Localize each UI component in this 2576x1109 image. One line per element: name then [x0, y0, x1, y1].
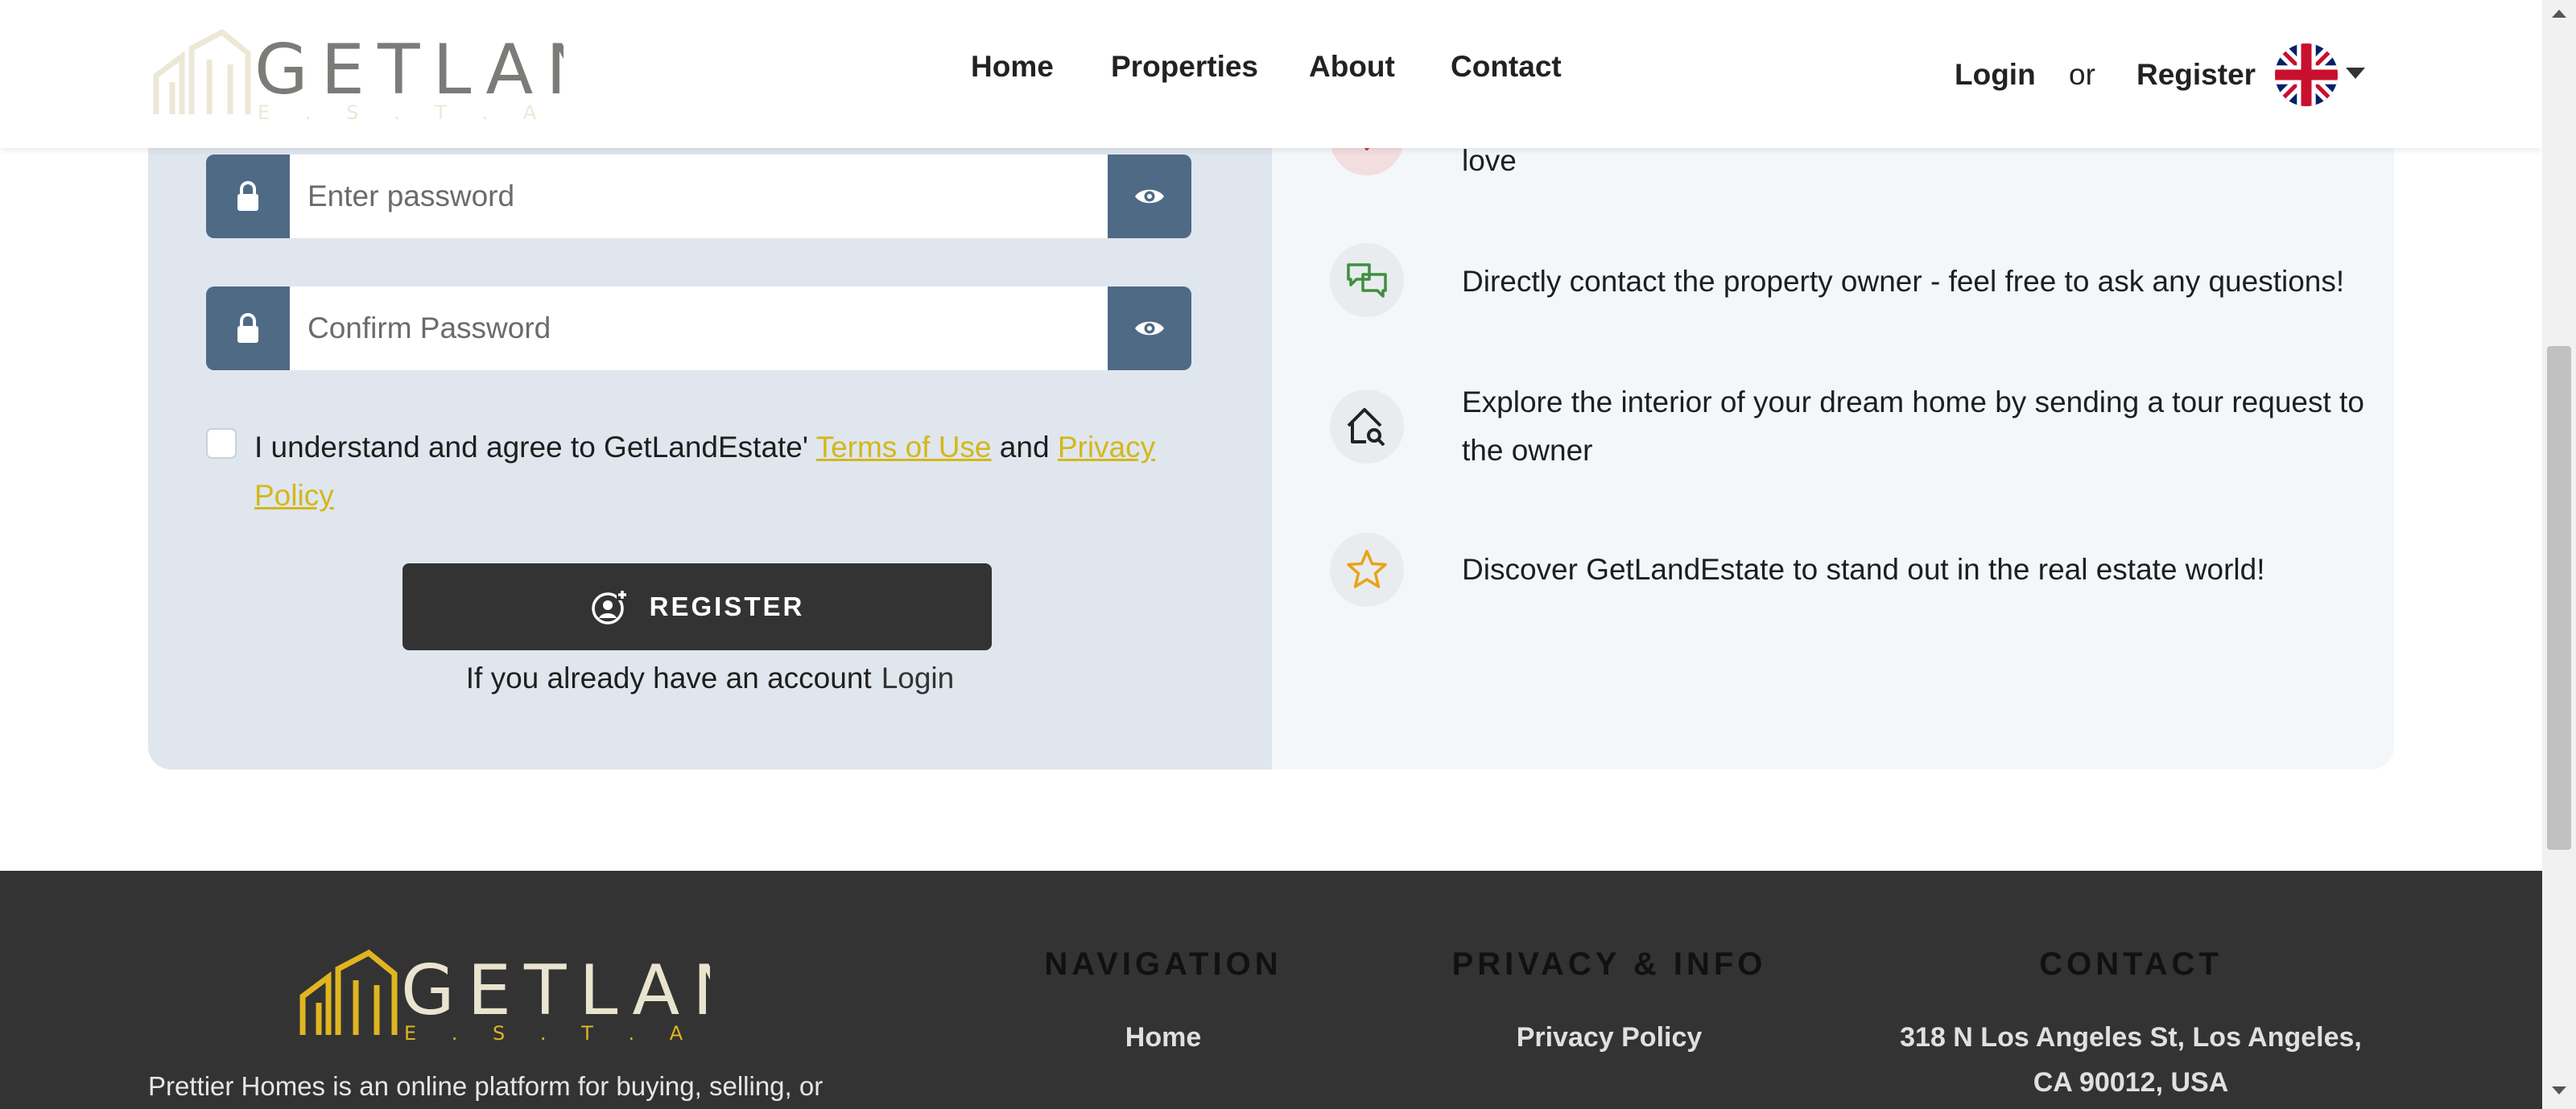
lock-icon: [206, 287, 290, 370]
page: I understand and agree to GetLandEstate'…: [0, 0, 2542, 1109]
password-input[interactable]: [290, 155, 1108, 238]
footer-navigation: NAVIGATION Home: [972, 946, 1354, 1060]
footer: GETLAND E . S . T . A . T . E . Prettier…: [0, 871, 2542, 1109]
chat-icon: [1330, 243, 1404, 317]
footer-description: Prettier Homes is an online platform for…: [148, 1071, 824, 1101]
terms-prefix: I understand and agree to GetLandEstate': [254, 431, 808, 464]
footer-logo-subtext: E . S . T . A . T . E .: [404, 1022, 710, 1045]
home-search-icon: [1330, 390, 1404, 464]
show-confirm-password-eye-icon[interactable]: [1108, 287, 1191, 370]
footer-contact-title: CONTACT: [2039, 946, 2223, 982]
terms-and: and: [999, 431, 1050, 464]
confirm-password-input[interactable]: [290, 287, 1108, 370]
terms-of-use-link[interactable]: Terms of Use: [816, 431, 992, 464]
user-plus-icon: [591, 589, 628, 625]
header: GETLAND E . S . T . A . T . E . Home Pro…: [0, 0, 2542, 148]
header-login-link[interactable]: Login: [1955, 58, 2036, 92]
header-register-link[interactable]: Register: [2136, 58, 2256, 92]
nav-home[interactable]: Home: [971, 50, 1054, 84]
footer-privacy-policy[interactable]: Privacy Policy: [1418, 1015, 1800, 1060]
register-button[interactable]: REGISTER: [402, 563, 992, 650]
header-logo-text: GETLAND: [254, 30, 564, 110]
vertical-scrollbar[interactable]: [2542, 0, 2576, 1109]
password-row: [206, 155, 1191, 238]
feature-text-2: Directly contact the property owner - fe…: [1462, 265, 2345, 298]
terms-text: I understand and agree to GetLandEstate'…: [254, 423, 1172, 520]
terms-agreement: I understand and agree to GetLandEstate'…: [206, 423, 1172, 520]
footer-nav-home[interactable]: Home: [972, 1015, 1354, 1060]
header-logo-subtext: E . S . T . A . T . E .: [258, 101, 564, 124]
lock-icon: [206, 155, 290, 238]
footer-privacy: PRIVACY & INFO Privacy Policy: [1418, 946, 1800, 1060]
footer-logo-text: GETLAND: [401, 950, 710, 1031]
scroll-up-arrow-icon[interactable]: [2552, 10, 2566, 18]
footer-contact: CONTACT 318 N Los Angeles St, Los Angele…: [1884, 946, 2378, 1105]
feature-text-4: Discover GetLandEstate to stand out in t…: [1462, 553, 2265, 586]
scroll-down-arrow-icon[interactable]: [2552, 1086, 2566, 1095]
terms-checkbox[interactable]: [206, 428, 237, 459]
footer-navigation-title: NAVIGATION: [1044, 946, 1282, 982]
register-button-label: REGISTER: [649, 592, 805, 621]
scroll-thumb[interactable]: [2547, 346, 2571, 850]
footer-address: 318 N Los Angeles St, Los Angeles, CA 90…: [1900, 1022, 2362, 1098]
nav-about[interactable]: About: [1309, 50, 1395, 84]
show-password-eye-icon[interactable]: [1108, 155, 1191, 238]
confirm-password-row: [206, 287, 1191, 370]
header-logo[interactable]: GETLAND E . S . T . A . T . E .: [153, 28, 754, 124]
language-chevron-down-icon[interactable]: [2346, 68, 2365, 79]
uk-flag-icon[interactable]: [2275, 43, 2338, 106]
already-account-text: If you already have an account: [465, 662, 872, 695]
feature-text-3: Explore the interior of your dream home …: [1462, 385, 2364, 467]
footer-privacy-title: PRIVACY & INFO: [1451, 946, 1767, 982]
header-or-text: or: [2069, 58, 2095, 91]
footer-logo[interactable]: GETLAND E . S . T . A . T . E .: [299, 949, 901, 1045]
star-icon: [1330, 533, 1404, 607]
login-link[interactable]: Login: [881, 662, 955, 695]
nav-properties[interactable]: Properties: [1111, 50, 1258, 84]
nav-contact[interactable]: Contact: [1451, 50, 1562, 84]
already-account-line: If you already have an account Login: [148, 662, 1272, 695]
